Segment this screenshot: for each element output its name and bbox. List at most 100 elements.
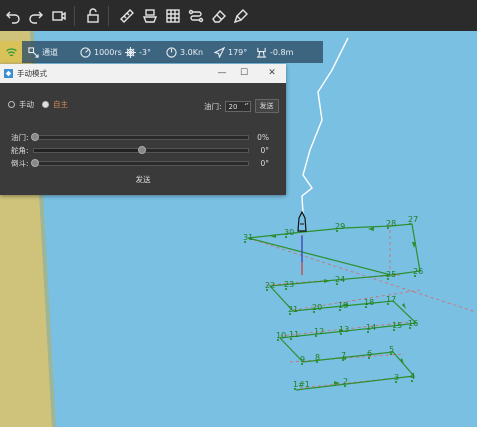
- waypoint-dot[interactable]: [364, 305, 368, 309]
- speed-value: 1000rs: [94, 47, 122, 57]
- lock-icon[interactable]: [83, 6, 103, 26]
- waypoint-dot[interactable]: [408, 326, 412, 330]
- waypoint-dot[interactable]: [338, 308, 342, 312]
- waypoint-label[interactable]: 2: [343, 377, 348, 386]
- waypoint-dot[interactable]: [341, 358, 345, 362]
- waypoint-label[interactable]: 10: [276, 331, 286, 340]
- waypoint-dot[interactable]: [315, 360, 319, 364]
- waypoint-dot[interactable]: [289, 337, 293, 341]
- throttle-slider[interactable]: [31, 133, 249, 141]
- throttle-slider-knob[interactable]: [31, 133, 39, 141]
- ruler-icon[interactable]: [117, 6, 137, 26]
- eraser-icon[interactable]: [209, 6, 229, 26]
- waypoint-label[interactable]: 6: [367, 349, 372, 358]
- send-button[interactable]: 发送: [254, 99, 279, 113]
- redo-icon[interactable]: [26, 6, 46, 26]
- waypoint-label[interactable]: 23: [284, 280, 294, 289]
- waypoint-label[interactable]: 18: [364, 298, 374, 307]
- dialog-title: 手动模式: [17, 69, 47, 78]
- waypoint-dot[interactable]: [276, 338, 280, 342]
- grid-icon[interactable]: [163, 6, 183, 26]
- rudder-slider[interactable]: [33, 146, 249, 154]
- close-button[interactable]: ✕: [265, 67, 279, 79]
- waypoint-label[interactable]: 14: [366, 323, 376, 332]
- waypoint-label[interactable]: 15: [392, 321, 402, 330]
- waypoint-label[interactable]: 17: [386, 295, 396, 304]
- waypoint-dot[interactable]: [389, 352, 393, 356]
- waypoint-label[interactable]: 20: [312, 303, 322, 312]
- waypoint-dot[interactable]: [386, 302, 390, 306]
- waypoint-label[interactable]: 24: [335, 275, 345, 284]
- waypoint-label[interactable]: 5: [389, 345, 394, 354]
- waypoint-dot[interactable]: [312, 310, 316, 314]
- ship-settings-icon[interactable]: [140, 6, 160, 26]
- rudder-slider-fill: [34, 149, 141, 152]
- waypoint-dot[interactable]: [314, 334, 318, 338]
- waypoint-label[interactable]: 19: [338, 301, 348, 310]
- wifi-icon: [0, 41, 22, 63]
- clean-icon[interactable]: [232, 6, 252, 26]
- waypoint-label[interactable]: 3: [394, 373, 399, 382]
- waypoint-dot[interactable]: [300, 362, 304, 366]
- waypoint-dot[interactable]: [386, 277, 390, 281]
- waypoint-dot[interactable]: [284, 287, 288, 291]
- waypoint-dot[interactable]: [243, 240, 247, 244]
- waypoint-label[interactable]: 25: [386, 270, 396, 279]
- waypoint-label[interactable]: 1#1: [293, 380, 310, 389]
- waypoint-dot[interactable]: [265, 288, 269, 292]
- waypoint-label[interactable]: 22: [265, 281, 275, 290]
- manual-radio[interactable]: [8, 101, 15, 108]
- waypoint-dot[interactable]: [394, 380, 398, 384]
- waypoint-dot[interactable]: [343, 384, 347, 388]
- waypoint-label[interactable]: 31: [243, 233, 253, 242]
- throttle-slider-row: 油门: 0%: [11, 132, 269, 143]
- waypoint-dot[interactable]: [288, 312, 292, 316]
- waypoint-dot[interactable]: [284, 235, 288, 239]
- waypoint-label[interactable]: 30: [284, 228, 294, 237]
- minimize-button[interactable]: —: [215, 67, 229, 79]
- waypoint-label[interactable]: 7: [341, 351, 346, 360]
- dialog-titlebar[interactable]: 手动模式 — ☐ ✕: [0, 64, 286, 83]
- send-all-button[interactable]: 发送: [0, 174, 286, 185]
- undo-icon[interactable]: [3, 6, 23, 26]
- camera-icon[interactable]: [49, 6, 69, 26]
- route-icon[interactable]: [186, 6, 206, 26]
- waypoint-dot[interactable]: [293, 387, 297, 391]
- waypoint-dot[interactable]: [335, 229, 339, 233]
- waypoint-dot[interactable]: [366, 330, 370, 334]
- waypoint-label[interactable]: 27: [408, 215, 418, 224]
- waypoint-dot[interactable]: [413, 274, 417, 278]
- waypoint-label[interactable]: 8: [315, 353, 320, 362]
- waypoint-label[interactable]: 16: [408, 319, 418, 328]
- speedometer-icon: [80, 46, 91, 58]
- bucket-slider-knob[interactable]: [31, 159, 39, 167]
- rudder-slider-value: 0°: [260, 146, 269, 155]
- waypoint-dot[interactable]: [392, 328, 396, 332]
- waypoint-label[interactable]: 4: [410, 372, 415, 381]
- maximize-button[interactable]: ☐: [237, 67, 251, 79]
- waypoint-label[interactable]: 26: [413, 267, 423, 276]
- waypoint-dot[interactable]: [339, 332, 343, 336]
- waypoint-label[interactable]: 28: [386, 219, 396, 228]
- mode-selector: 手动 自主: [8, 99, 76, 110]
- bucket-slider-row: 倒斗: 0°: [11, 158, 269, 169]
- toolbar-divider: [74, 5, 75, 26]
- bucket-slider[interactable]: [31, 159, 249, 167]
- waypoint-dot[interactable]: [335, 282, 339, 286]
- auto-radio[interactable]: [42, 101, 49, 108]
- throttle-spinbox[interactable]: 20: [224, 100, 251, 112]
- waypoint-label[interactable]: 29: [335, 222, 345, 231]
- waypoint-label[interactable]: 13: [339, 325, 349, 334]
- waypoint-dot[interactable]: [408, 222, 412, 226]
- waypoint-label[interactable]: 11: [289, 330, 299, 339]
- rudder-slider-knob[interactable]: [138, 146, 146, 154]
- waypoint-dot[interactable]: [410, 379, 414, 383]
- gauge-icon: [166, 46, 177, 58]
- waypoint-label[interactable]: 21: [288, 305, 298, 314]
- waypoint-label[interactable]: 9: [300, 355, 305, 364]
- waypoint-dot[interactable]: [367, 356, 371, 360]
- toolbar-divider: [108, 5, 109, 26]
- waypoint-dot[interactable]: [386, 226, 390, 230]
- rudder-value: -3°: [139, 47, 151, 57]
- waypoint-label[interactable]: 12: [314, 327, 324, 336]
